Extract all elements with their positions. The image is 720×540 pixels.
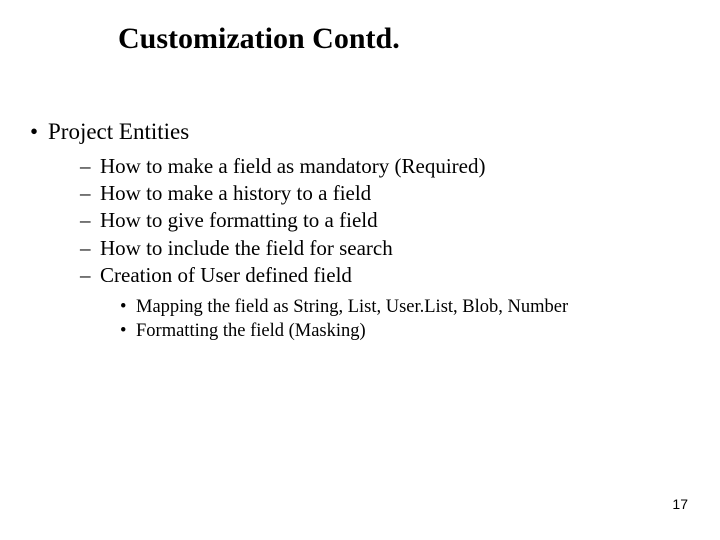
slide: Customization Contd. •Project Entities –… bbox=[0, 0, 720, 540]
bullet-level2: –How to give formatting to a field bbox=[80, 207, 680, 233]
dash-icon: – bbox=[80, 180, 100, 206]
bullet-level2: –Creation of User defined field bbox=[80, 262, 680, 288]
bullet-level2: –How to make a field as mandatory (Requi… bbox=[80, 153, 680, 179]
bullet-level3-text: Mapping the field as String, List, User.… bbox=[136, 297, 568, 317]
slide-title: Customization Contd. bbox=[118, 22, 400, 56]
bullet-level3-text: Formatting the field (Masking) bbox=[136, 321, 366, 341]
bullet-level1: •Project Entities bbox=[30, 118, 680, 147]
page-number: 17 bbox=[672, 496, 688, 512]
bullet-dot-icon: • bbox=[120, 296, 136, 319]
bullet-level3: •Formatting the field (Masking) bbox=[120, 320, 680, 343]
dash-icon: – bbox=[80, 153, 100, 179]
bullet-dot-icon: • bbox=[30, 118, 48, 147]
slide-body: •Project Entities –How to make a field a… bbox=[30, 118, 680, 344]
bullet-level1-text: Project Entities bbox=[48, 119, 189, 144]
bullet-level2-group: –How to make a field as mandatory (Requi… bbox=[80, 153, 680, 344]
bullet-level2-text: How to make a field as mandatory (Requir… bbox=[100, 154, 485, 178]
dash-icon: – bbox=[80, 262, 100, 288]
bullet-level2: –How to include the field for search bbox=[80, 235, 680, 261]
bullet-dot-icon: • bbox=[120, 320, 136, 343]
bullet-level2-text: How to give formatting to a field bbox=[100, 208, 378, 232]
bullet-level2: –How to make a history to a field bbox=[80, 180, 680, 206]
bullet-level2-text: Creation of User defined field bbox=[100, 263, 352, 287]
bullet-level2-text: How to include the field for search bbox=[100, 236, 393, 260]
bullet-level3-group: •Mapping the field as String, List, User… bbox=[120, 296, 680, 343]
bullet-level2-text: How to make a history to a field bbox=[100, 181, 371, 205]
bullet-level3: •Mapping the field as String, List, User… bbox=[120, 296, 680, 319]
dash-icon: – bbox=[80, 207, 100, 233]
dash-icon: – bbox=[80, 235, 100, 261]
